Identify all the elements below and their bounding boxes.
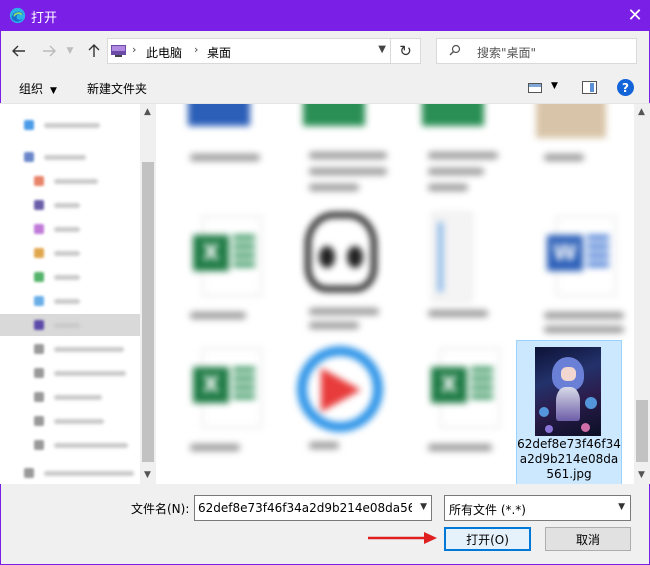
search-placeholder: 搜索"桌面" [477,46,537,60]
file-item[interactable]: X [172,216,284,326]
filetype-value: 所有文件 (*.*) [449,503,526,517]
nav-item[interactable] [0,170,140,192]
nav-item[interactable] [0,218,140,240]
file-item[interactable]: W [526,216,634,336]
edge-browser-icon [9,7,26,24]
file-item[interactable] [291,212,403,332]
image-thumbnail [535,347,601,436]
filename-field[interactable]: 62def8e73f46f34a2d9b214e08da561.jpg ▼ [194,495,432,521]
filename-value: 62def8e73f46f34a2d9b214e08da561.jpg [198,501,412,515]
open-button[interactable]: 打开(O) [444,527,531,551]
navigation-bar: ▼ › 此电脑 › 桌面 ▼ ↻ 搜索"桌面" [0,31,650,71]
file-item[interactable]: X [410,348,522,458]
refresh-icon: ↻ [399,42,412,60]
close-icon: ✕ [627,5,643,26]
file-name-label: 62def8e73f46f34a2d9b214e08da561.jpg [517,437,621,481]
file-list[interactable]: X W X X 62def8e73f46f34a2d9b214e08da561.… [156,104,634,484]
navigation-pane[interactable] [0,104,156,484]
file-item[interactable] [291,344,403,454]
filename-label: 文件名(N): [131,502,190,516]
nav-item[interactable] [0,114,140,136]
scroll-down-arrow-icon[interactable]: ▼ [638,470,645,480]
red-arrow-annotation [368,532,437,544]
close-button[interactable]: ✕ [620,0,650,31]
breadcrumb-separator: › [194,43,199,56]
recent-locations-button[interactable]: ▼ [63,40,77,62]
view-mode-icon[interactable] [528,83,542,93]
nav-item[interactable] [0,338,140,360]
caret-down-icon[interactable]: ▼ [551,81,558,91]
filetype-select[interactable]: 所有文件 (*.*) ▼ [444,495,631,521]
scroll-up-arrow-icon[interactable]: ▲ [144,107,151,117]
search-input[interactable]: 搜索"桌面" [436,38,637,64]
forward-button[interactable] [38,40,60,62]
scrollbar-thumb[interactable] [636,400,648,462]
scroll-down-arrow-icon[interactable]: ▼ [144,470,151,480]
file-item[interactable] [410,104,522,194]
organize-label: 组织 [19,82,44,96]
scroll-up-arrow-icon[interactable]: ▲ [638,107,645,117]
nav-item[interactable] [0,194,140,216]
nav-item[interactable] [0,410,140,432]
selected-image-file[interactable]: 62def8e73f46f34a2d9b214e08da561.jpg [516,340,622,484]
breadcrumb-this-pc[interactable]: 此电脑 [146,44,182,61]
file-item[interactable] [291,104,403,194]
arrow-left-icon [12,45,25,57]
cancel-button[interactable]: 取消 [545,527,631,551]
file-item[interactable] [172,104,284,174]
nav-item[interactable] [0,290,140,312]
nav-item[interactable] [0,434,140,456]
back-button[interactable] [8,40,30,62]
file-item[interactable] [410,212,522,322]
address-bar[interactable]: › 此电脑 › 桌面 ▼ [107,38,391,64]
nav-item[interactable] [0,362,140,384]
monitor-icon [111,45,126,57]
refresh-button[interactable]: ↻ [391,38,421,64]
preview-pane-icon[interactable] [582,81,597,94]
breadcrumb-separator: › [132,43,137,56]
arrow-right-icon [43,45,56,57]
chevron-down-icon[interactable]: ▼ [378,44,386,55]
up-button[interactable] [83,40,105,62]
nav-item[interactable] [0,462,140,484]
content-scrollbar[interactable]: ▲ ▼ [634,104,650,484]
breadcrumb-desktop[interactable]: 桌面 [207,44,231,61]
chevron-down-icon: ▼ [66,46,74,56]
title-bar: 打开 ✕ [0,0,650,31]
nav-item[interactable] [0,266,140,288]
command-toolbar: 组织 ▼ 新建文件夹 ▼ ? [0,71,650,104]
new-folder-button[interactable]: 新建文件夹 [87,80,147,97]
search-icon [449,44,461,59]
file-item[interactable] [526,104,634,174]
file-item[interactable]: X [172,348,284,458]
chevron-down-icon[interactable]: ▼ [420,502,427,512]
sidebar-scrollbar[interactable]: ▲ ▼ [140,104,156,484]
nav-item[interactable] [0,242,140,264]
window-title: 打开 [31,11,58,26]
organize-menu[interactable]: 组织 ▼ [19,80,57,97]
nav-item[interactable] [0,146,140,168]
nav-item[interactable] [0,386,140,408]
chevron-down-icon: ▼ [618,502,625,512]
caret-down-icon: ▼ [50,86,57,96]
nav-item-desktop[interactable] [0,314,140,336]
help-icon[interactable]: ? [617,79,634,96]
scrollbar-thumb[interactable] [142,162,154,462]
arrow-up-icon [88,44,100,57]
